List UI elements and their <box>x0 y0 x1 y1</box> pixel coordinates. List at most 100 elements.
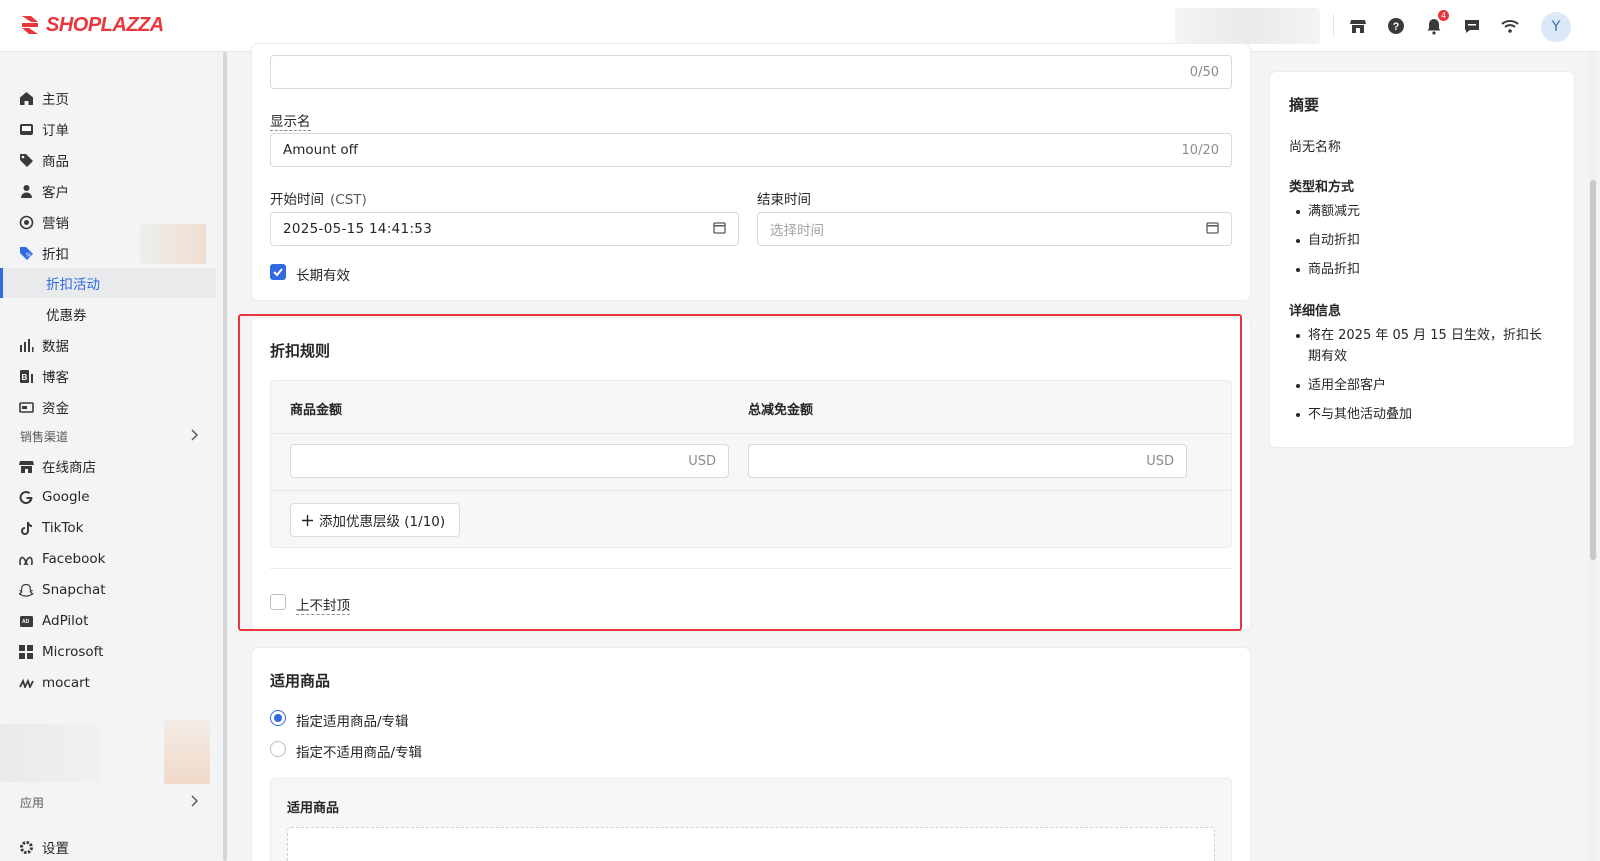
calendar-icon[interactable] <box>713 221 726 238</box>
no-cap-checkbox[interactable] <box>270 594 286 610</box>
blurred-store-name <box>1175 8 1320 44</box>
discount-icon: % <box>18 245 34 261</box>
char-count: 10/20 <box>1181 142 1219 158</box>
sidebar-item-orders[interactable]: 订单 <box>0 114 216 144</box>
summary-detail-item: 不与其他活动叠加 <box>1295 404 1412 425</box>
start-time-value: 2025-05-15 14:41:53 <box>283 221 433 237</box>
sidebar-item-snapchat[interactable]: Snapchat <box>0 575 216 605</box>
display-name-input[interactable]: Amount off 10/20 <box>270 133 1232 167</box>
sidebar-item-discount-activities[interactable]: 折扣活动 <box>0 268 216 298</box>
long-term-checkbox[interactable] <box>270 264 286 280</box>
tier-table: 商品金额 总减免金额 USD USD 添加优惠层级 (1/10) <box>270 380 1232 548</box>
activity-name-input[interactable]: 0/50 <box>270 55 1232 89</box>
summary-detail-item: 将在 2025 年 05 月 15 日生效，折扣长 期有效 <box>1296 325 1542 367</box>
store-icon <box>18 458 34 474</box>
tiktok-icon <box>18 520 34 536</box>
sidebar-item-label: 在线商店 <box>42 460 96 476</box>
sidebar-item-adpilot[interactable]: AD AdPilot <box>0 606 216 636</box>
mocart-icon <box>18 675 34 691</box>
adpilot-icon: AD <box>18 613 34 629</box>
summary-detail-item: 适用全部客户 <box>1295 375 1386 396</box>
applicable-products-card: 适用商品 指定适用商品/专辑 指定不适用商品/专辑 适用商品 <box>252 648 1250 861</box>
svg-text:%: % <box>26 253 32 259</box>
meta-icon <box>18 551 34 567</box>
summary-type-item: 自动折扣 <box>1295 230 1360 251</box>
summary-title: 摘要 <box>1289 96 1320 114</box>
product-selection-panel: 适用商品 <box>270 778 1232 861</box>
sidebar-item-tiktok[interactable]: TikTok <box>0 513 216 543</box>
discount-amount-input[interactable]: USD <box>748 444 1187 478</box>
sidebar-item-label: Facebook <box>42 551 106 567</box>
top-divider <box>1333 14 1334 38</box>
radio-include-products[interactable] <box>270 710 286 726</box>
svg-text:AD: AD <box>22 619 30 625</box>
sidebar-item-mocart[interactable]: mocart <box>0 668 216 698</box>
wifi-icon[interactable] <box>1500 16 1520 36</box>
sidebar-item-finance[interactable]: 资金 <box>0 392 216 422</box>
sidebar-item-settings[interactable]: 设置 <box>0 832 216 861</box>
inbox-icon <box>18 121 34 137</box>
product-drop-zone[interactable] <box>287 827 1215 861</box>
basic-info-card: 0/50 显示名 Amount off 10/20 开始时间 (CST) 结束时间… <box>252 44 1250 300</box>
divider <box>270 568 1232 569</box>
logo-text: SHOPLAZZA <box>46 13 164 36</box>
help-icon[interactable]: ? <box>1386 16 1406 36</box>
add-tier-button[interactable]: 添加优惠层级 (1/10) <box>290 503 461 537</box>
discount-rules-card: 折扣规则 商品金额 总减免金额 USD USD 添加优惠层级 (1/10) 上不… <box>252 318 1250 630</box>
blurred-region <box>164 720 210 784</box>
sidebar-scrollbar[interactable] <box>223 52 227 861</box>
apps-label: 应用 <box>20 795 45 810</box>
check-icon <box>273 268 283 277</box>
sidebar-item-customers[interactable]: 客户 <box>0 176 216 206</box>
chevron-right-icon <box>190 428 199 444</box>
sidebar-item-label: AdPilot <box>42 613 89 629</box>
summary-type-heading: 类型和方式 <box>1289 180 1355 195</box>
applicable-products-title: 适用商品 <box>270 672 331 690</box>
notification-bell-icon[interactable]: 4 <box>1424 10 1449 36</box>
summary-no-name: 尚无名称 <box>1289 140 1342 155</box>
end-time-picker[interactable]: 选择时间 <box>757 212 1232 246</box>
sidebar-item-label: 主页 <box>42 92 69 108</box>
sidebar-item-microsoft[interactable]: Microsoft <box>0 637 216 667</box>
sidebar-item-home[interactable]: 主页 <box>0 83 216 113</box>
svg-text:B: B <box>21 373 27 382</box>
bar-chart-icon <box>18 337 34 353</box>
start-time-picker[interactable]: 2025-05-15 14:41:53 <box>270 212 739 246</box>
col-header-amount: 商品金额 <box>290 403 343 418</box>
sidebar-item-facebook[interactable]: Facebook <box>0 544 216 574</box>
sidebar-item-online-store[interactable]: 在线商店 <box>0 451 216 481</box>
sidebar-item-label: 客户 <box>42 185 69 201</box>
shoplazza-logo[interactable]: SHOPLAZZA <box>18 13 164 37</box>
sidebar-item-label: 博客 <box>42 370 69 386</box>
main-scrollbar-thumb[interactable] <box>1590 180 1596 560</box>
sidebar-item-analytics[interactable]: 数据 <box>0 330 216 360</box>
chat-icon[interactable] <box>1462 16 1482 36</box>
sidebar: 主页 订单 商品 客户 营销 % 折扣 折扣活动 优惠券 数据 B 博客 资金 … <box>0 52 222 861</box>
amount-input[interactable]: USD <box>290 444 729 478</box>
blurred-region <box>0 724 100 782</box>
product-selection-title: 适用商品 <box>287 801 340 816</box>
microsoft-icon <box>18 644 34 660</box>
calendar-icon[interactable] <box>1206 221 1219 238</box>
sales-channels-header[interactable]: 销售渠道 <box>0 424 216 448</box>
radio-exclude-products[interactable] <box>270 741 286 757</box>
exclude-products-label: 指定不适用商品/专辑 <box>296 745 423 761</box>
notification-badge: 4 <box>1438 10 1449 21</box>
gear-icon <box>18 839 34 855</box>
user-avatar[interactable]: Y <box>1541 12 1571 42</box>
shoplazza-logo-icon <box>22 16 38 34</box>
summary-type-item: 满额减元 <box>1295 201 1360 222</box>
sidebar-item-google[interactable]: Google <box>0 482 216 512</box>
sidebar-item-label: 资金 <box>42 401 69 417</box>
snapchat-icon <box>18 582 34 598</box>
apps-header[interactable]: 应用 <box>0 790 216 814</box>
blurred-region <box>140 224 206 264</box>
store-icon[interactable] <box>1348 16 1368 36</box>
currency-suffix: USD <box>1146 453 1174 469</box>
add-tier-label: 添加优惠层级 (1/10) <box>319 514 446 530</box>
sidebar-item-coupons[interactable]: 优惠券 <box>0 299 216 329</box>
sidebar-item-label: 设置 <box>42 841 69 857</box>
sidebar-item-blog[interactable]: B 博客 <box>0 361 216 391</box>
char-count: 0/50 <box>1189 64 1219 80</box>
sidebar-item-products[interactable]: 商品 <box>0 145 216 175</box>
